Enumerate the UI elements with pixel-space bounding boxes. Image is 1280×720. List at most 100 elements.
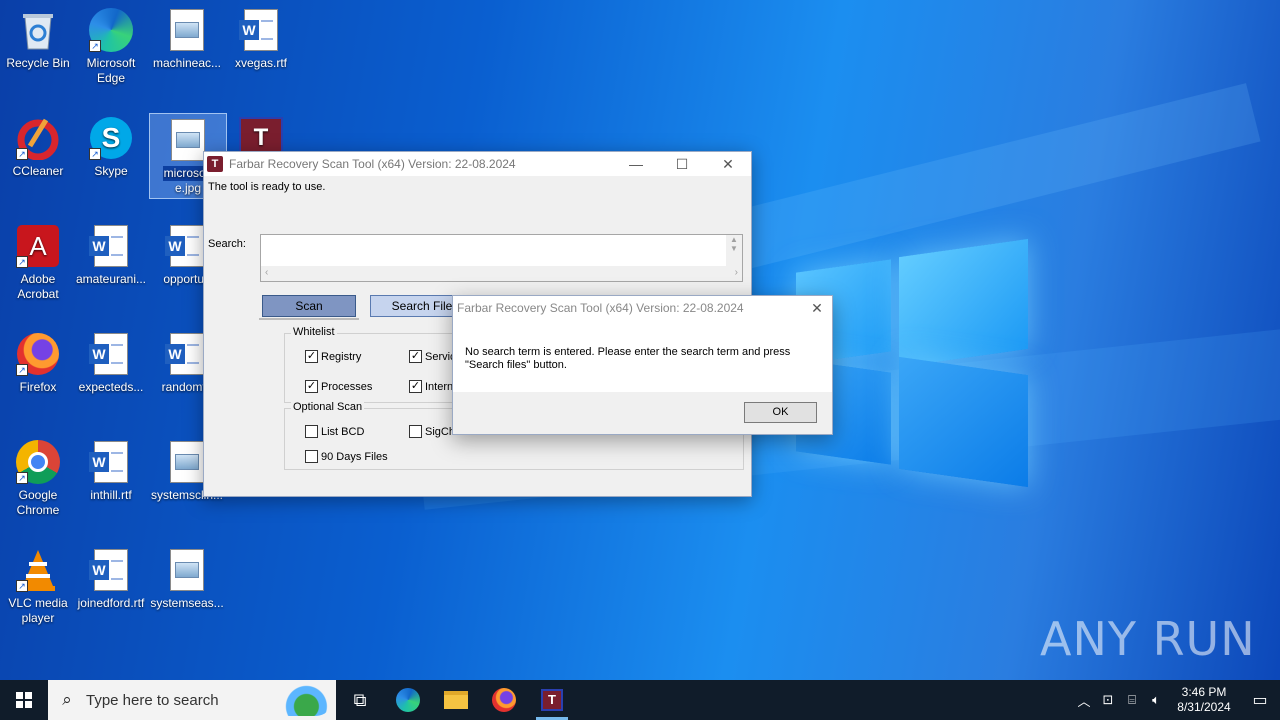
- chrome-icon: ↗: [16, 440, 60, 484]
- checkbox-list-bcd[interactable]: List BCD: [305, 425, 364, 438]
- clock-time: 3:46 PM: [1181, 685, 1227, 699]
- icon-label: joinedford.rtf: [77, 596, 145, 610]
- volume-icon[interactable]: 🔈︎: [1144, 692, 1168, 708]
- checkbox-label: 90 Days Files: [321, 450, 388, 463]
- clock[interactable]: 3:46 PM 8/31/2024: [1168, 685, 1240, 715]
- checkbox-registry[interactable]: ✓ Registry: [305, 350, 361, 363]
- edge-icon: ↗: [89, 8, 133, 52]
- desktop-icon-firefox[interactable]: ↗ Firefox: [0, 328, 76, 395]
- windows-logo-icon: [16, 692, 32, 708]
- checkbox-checked-icon: ✓: [305, 380, 318, 393]
- device-icon[interactable]: ⊡: [1096, 692, 1120, 708]
- icon-label: Microsoft Edge: [86, 56, 136, 85]
- dialog-message-line: "Search files" button.: [465, 359, 567, 371]
- edge-icon: [396, 688, 420, 712]
- desktop-icon-microsoft-edge[interactable]: ↗ Microsoft Edge: [73, 4, 149, 86]
- checkbox-checked-icon: ✓: [409, 380, 422, 393]
- checkbox-label: Registry: [321, 350, 362, 363]
- frst-title-bar[interactable]: T Farbar Recovery Scan Tool (x64) Versio…: [204, 152, 751, 176]
- icon-label: Firefox: [19, 380, 57, 394]
- notification-icon[interactable]: ▭: [1240, 690, 1280, 710]
- scroll-left-icon[interactable]: ‹: [265, 266, 268, 281]
- system-tray: ︿ ⊡ ⌸ 🔈︎ 3:46 PM 8/31/2024 ▭: [1072, 680, 1280, 720]
- firefox-icon: [492, 688, 516, 712]
- checkbox-label: Servic: [425, 350, 456, 363]
- dialog-title-bar[interactable]: Farbar Recovery Scan Tool (x64) Version:…: [453, 296, 832, 320]
- desktop-icon-inthill[interactable]: W inthill.rtf: [73, 436, 149, 503]
- desktop-icon-xvegas[interactable]: W xvegas.rtf: [223, 4, 299, 71]
- icon-label: xvegas.rtf: [234, 56, 288, 70]
- dialog-title: Farbar Recovery Scan Tool (x64) Version:…: [457, 301, 744, 315]
- horizontal-scrollbar[interactable]: ‹ ›: [261, 266, 742, 281]
- desktop-icon-recycle-bin[interactable]: Recycle Bin: [0, 4, 76, 71]
- frst-app-icon: T: [541, 689, 563, 711]
- taskbar-edge[interactable]: [384, 680, 432, 720]
- taskbar-frst[interactable]: T: [528, 680, 576, 720]
- task-view-button[interactable]: ⧉: [336, 680, 384, 720]
- checkbox-label: List BCD: [321, 425, 365, 438]
- checkbox-label: Processes: [321, 380, 373, 393]
- taskbar-firefox[interactable]: [480, 680, 528, 720]
- taskbar-search-box[interactable]: ⌕ Type here to search: [48, 680, 336, 720]
- desktop-icon-joinedford[interactable]: W joinedford.rtf: [73, 544, 149, 611]
- icon-label: VLC media player: [8, 596, 68, 625]
- close-button[interactable]: ✕: [705, 152, 751, 176]
- ccleaner-icon: ↗: [16, 116, 60, 160]
- maximize-button[interactable]: ☐: [659, 152, 705, 176]
- dialog-message: No search term is entered. Please enter …: [465, 346, 815, 372]
- desktop-icon-adobe-acrobat[interactable]: A ↗ Adobe Acrobat: [0, 220, 76, 302]
- word-document-icon: W: [239, 8, 283, 52]
- word-document-icon: W: [89, 332, 133, 376]
- dialog-footer: OK: [453, 392, 832, 434]
- desktop-icon-ccleaner[interactable]: ↗ CCleaner: [0, 112, 76, 179]
- search-label: Search:: [208, 238, 246, 250]
- scan-button[interactable]: Scan: [262, 295, 356, 317]
- rename-text-ext[interactable]: e.jpg: [175, 181, 201, 195]
- vlc-icon: ↗: [16, 548, 60, 592]
- start-button[interactable]: [0, 680, 48, 720]
- acrobat-icon: A ↗: [16, 224, 60, 268]
- icon-label: amateurani...: [75, 272, 147, 286]
- icon-label: machineac...: [152, 56, 222, 70]
- taskbar-file-explorer[interactable]: [432, 680, 480, 720]
- desktop-icon-skype[interactable]: S ↗ Skype: [73, 112, 149, 179]
- search-input[interactable]: ▲ ▼ ‹ ›: [260, 234, 743, 282]
- desktop-icon-systemseas[interactable]: systemseas...: [149, 544, 225, 611]
- icon-label: CCleaner: [12, 164, 64, 178]
- chevron-up-icon[interactable]: ︿: [1072, 691, 1096, 710]
- checkbox-checked-icon: ✓: [409, 350, 422, 363]
- checkbox-90-days-files[interactable]: 90 Days Files: [305, 450, 388, 463]
- ok-button[interactable]: OK: [744, 402, 817, 423]
- checkbox-unchecked-icon: [305, 450, 318, 463]
- frst-app-icon: T: [207, 156, 223, 172]
- icon-label: Adobe Acrobat: [17, 272, 59, 301]
- scroll-right-icon[interactable]: ›: [735, 266, 738, 281]
- checkbox-checked-icon: ✓: [305, 350, 318, 363]
- desktop-icon-google-chrome[interactable]: ↗ Google Chrome: [0, 436, 76, 518]
- folder-icon: [444, 691, 468, 709]
- image-file-icon: [165, 548, 209, 592]
- vertical-scrollbar[interactable]: ▲ ▼: [726, 235, 742, 267]
- message-dialog: Farbar Recovery Scan Tool (x64) Version:…: [452, 295, 833, 435]
- checkbox-unchecked-icon: [305, 425, 318, 438]
- search-highlight-icon: [268, 684, 332, 716]
- desktop-icon-machineac[interactable]: machineac...: [149, 4, 225, 71]
- icon-label: systemseas...: [150, 596, 224, 610]
- optional-scan-title: Optional Scan: [291, 401, 365, 413]
- checkbox-services[interactable]: ✓ Servic: [409, 350, 456, 363]
- checkbox-unchecked-icon: [409, 425, 422, 438]
- dialog-close-button[interactable]: ✕: [802, 300, 832, 317]
- task-view-icon: ⧉: [353, 689, 367, 710]
- desktop-icon-vlc[interactable]: ↗ VLC media player: [0, 544, 76, 626]
- skype-icon: S ↗: [89, 116, 133, 160]
- checkbox-processes[interactable]: ✓ Processes: [305, 380, 372, 393]
- desktop-icon-amateurani[interactable]: W amateurani...: [73, 220, 149, 287]
- network-icon[interactable]: ⌸: [1120, 692, 1144, 708]
- icon-label: Skype: [94, 164, 128, 178]
- firefox-icon: ↗: [16, 332, 60, 376]
- desktop-icon-expecteds[interactable]: W expecteds...: [73, 328, 149, 395]
- icon-label: Google Chrome: [16, 488, 60, 517]
- icon-label: expecteds...: [78, 380, 144, 394]
- minimize-button[interactable]: —: [613, 152, 659, 176]
- search-icon: ⌕: [62, 690, 72, 709]
